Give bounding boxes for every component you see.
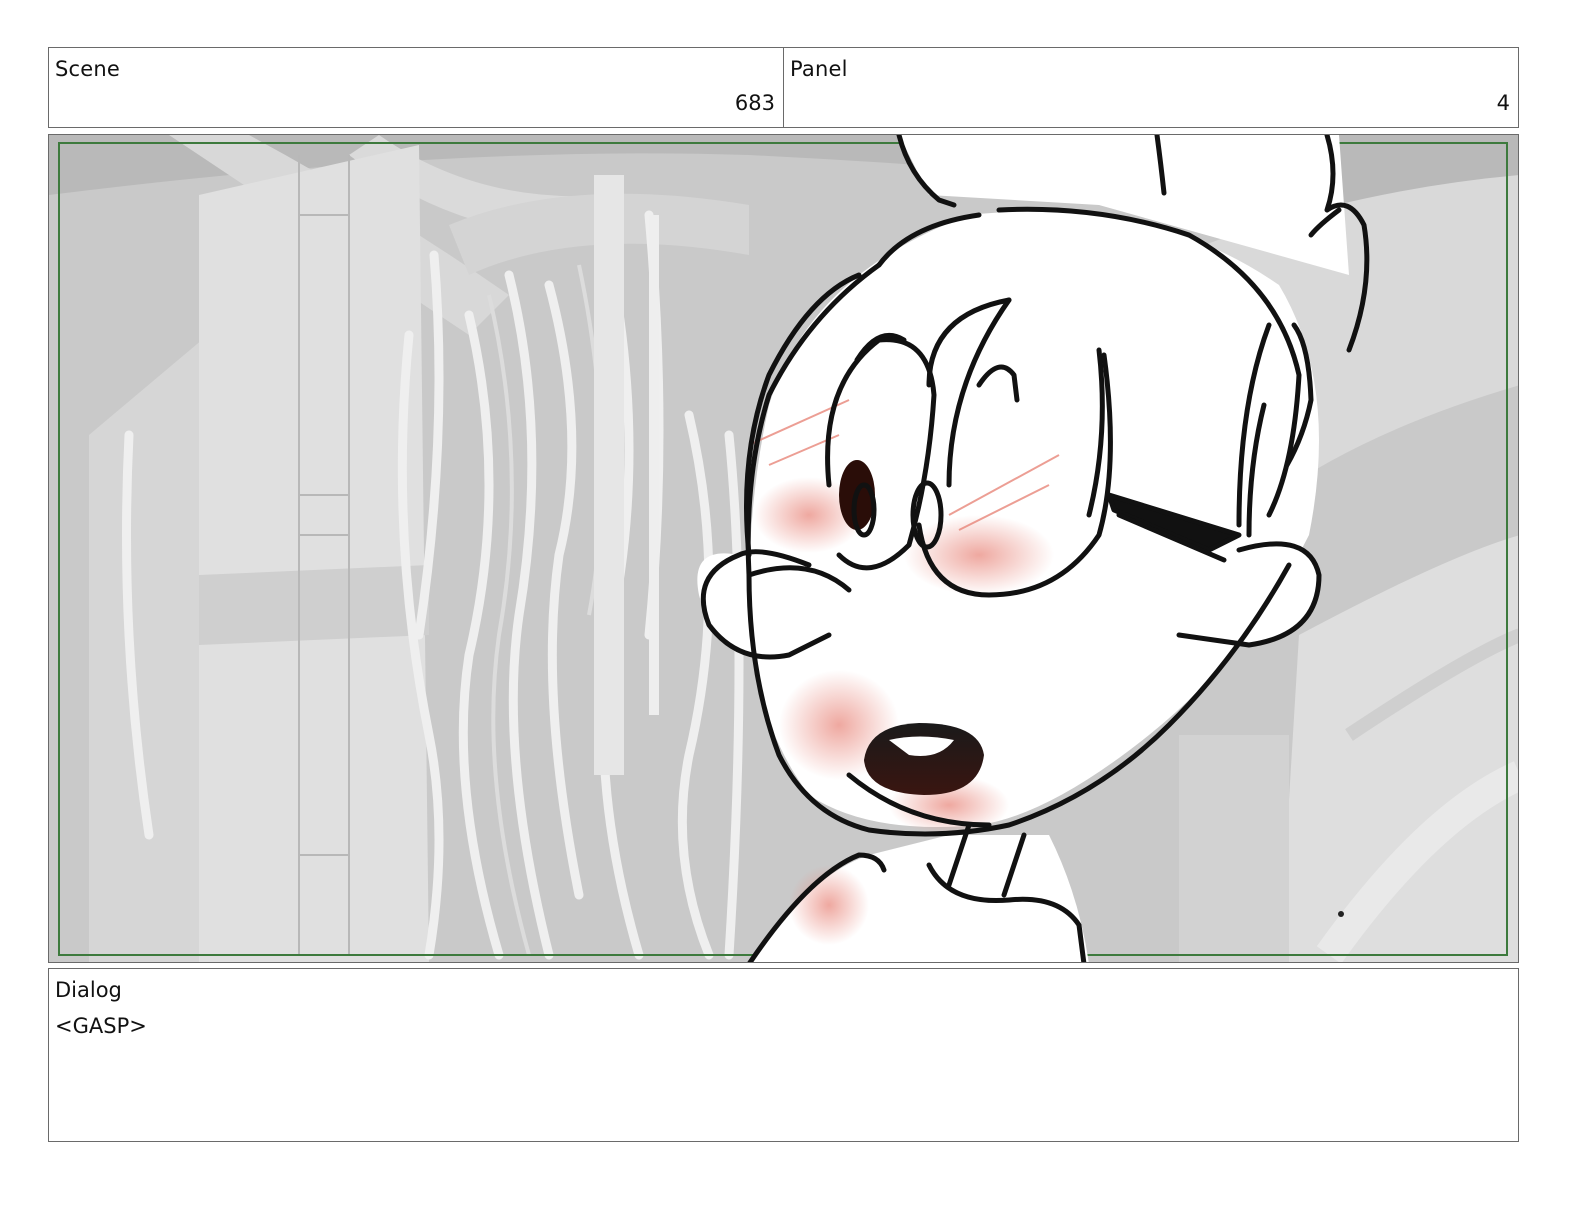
dialog-box: Dialog <GASP> [48, 968, 1519, 1142]
scene-label: Scene [55, 57, 121, 81]
panel-label: Panel [790, 57, 848, 81]
panel-number: 4 [1496, 91, 1510, 115]
mouth-gasp [864, 723, 984, 795]
dialog-text: <GASP> [55, 1014, 147, 1038]
storyboard-frame [48, 134, 1519, 963]
panel-cell: Panel 4 [784, 48, 1518, 127]
storyboard-header: Scene 683 Panel 4 [48, 47, 1519, 128]
dialog-label: Dialog [55, 978, 122, 1002]
scene-cell: Scene 683 [49, 48, 784, 127]
storyboard-drawing [49, 135, 1518, 962]
scene-number: 683 [734, 91, 775, 115]
